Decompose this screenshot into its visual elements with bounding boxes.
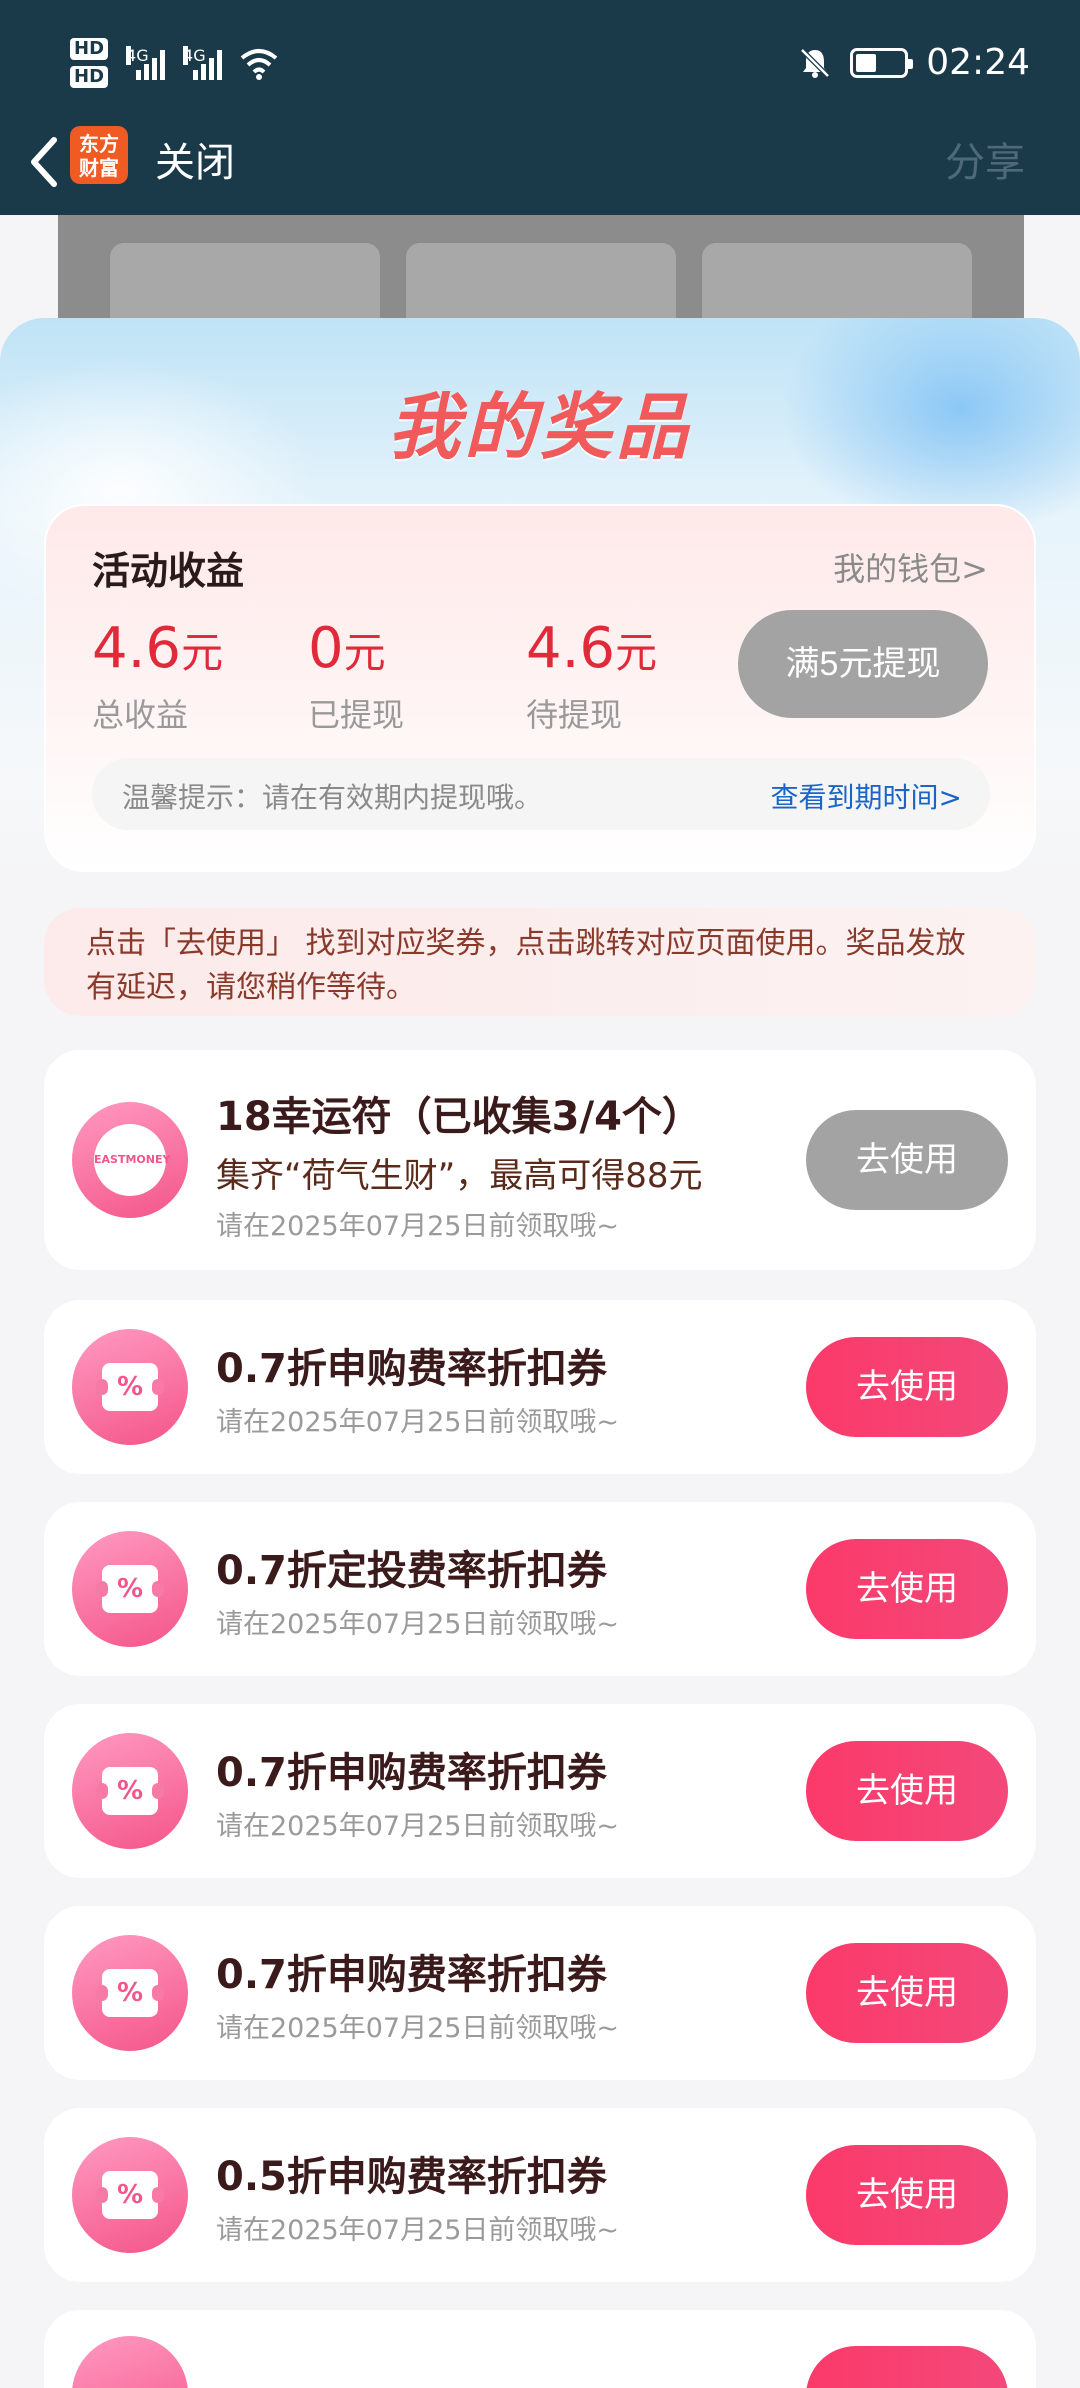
chevron-left-icon[interactable] — [20, 130, 70, 190]
earnings-heading: 活动收益 — [92, 549, 245, 593]
coupon-date: 请在2025年07月25日前领取哦~ — [216, 2013, 620, 2044]
use-button[interactable]: 去使用 — [806, 1539, 1008, 1639]
coupon-card: % 0.5折申购费率折扣券 请在2025年07月25日前领取哦~ 去使用 — [44, 2108, 1036, 2282]
coupon-date: 请在2025年07月25日前领取哦~ — [216, 2215, 620, 2246]
coupon-title: 0.7折申购费率折扣券 — [216, 1750, 607, 1796]
pending-value: 4.6 — [526, 616, 616, 681]
use-button[interactable]: 去使用 — [806, 1741, 1008, 1841]
coupon-date: 请在2025年07月25日前领取哦~ — [216, 1211, 620, 1242]
hd-indicators: HD HD — [70, 38, 109, 88]
app-header: HD HD 4G 4G 02:24 东方 财富 关闭 分享 — [0, 0, 1080, 215]
network-type-1: 4G — [126, 46, 149, 65]
status-time: 02:24 — [926, 42, 1030, 83]
use-button-partial[interactable] — [806, 2346, 1008, 2388]
ticket-percent-icon: % — [72, 2137, 188, 2253]
sheet-title: 我的奖品 — [387, 385, 692, 469]
coupon-card: % 0.7折定投费率折扣券 请在2025年07月25日前领取哦~ 去使用 — [44, 1502, 1036, 1676]
ticket-percent-icon: % — [72, 1935, 188, 2051]
coupon-title: 18幸运符（已收集3/4个） — [216, 1094, 702, 1140]
coupon-card: % 0.7折申购费率折扣券 请在2025年07月25日前领取哦~ 去使用 — [44, 1906, 1036, 2080]
total-value: 4.6 — [92, 616, 182, 681]
coupon-icon-glyph: % — [96, 2171, 164, 2219]
ticket-percent-icon: % — [72, 1329, 188, 1445]
wallet-link[interactable]: 我的钱包> — [833, 544, 988, 590]
coupon-icon-glyph: % — [96, 1767, 164, 1815]
ticket-percent-icon: % — [72, 1531, 188, 1647]
eastmoney-badge: EASTMONEY — [94, 1124, 170, 1196]
close-button[interactable]: 关闭 — [155, 130, 235, 188]
coupon-card: % 0.7折申购费率折扣券 请在2025年07月25日前领取哦~ 去使用 — [44, 1300, 1036, 1474]
pending-label: 待提现 — [526, 696, 623, 734]
logo-line-1: 东方 — [79, 132, 119, 156]
ticket-percent-icon — [72, 2336, 188, 2388]
lucky-charm-icon: EASTMONEY — [72, 1102, 188, 1218]
background-banner — [58, 215, 1024, 353]
coupon-icon-glyph: % — [96, 1565, 164, 1613]
coupon-title: 0.5折申购费率折扣券 — [216, 2154, 607, 2200]
coupon-card: % 0.7折申购费率折扣券 请在2025年07月25日前领取哦~ 去使用 — [44, 1704, 1036, 1878]
total-earnings: 4.6元 总收益 — [92, 616, 223, 736]
coupon-icon-glyph: % — [96, 1969, 164, 2017]
total-label: 总收益 — [92, 696, 189, 734]
view-expiry-link[interactable]: 查看到期时间> — [771, 776, 962, 816]
signal-icon: 4G — [126, 46, 166, 80]
battery-icon — [850, 47, 914, 78]
expiry-tip: 温馨提示：请在有效期内提现哦。 查看到期时间> — [92, 758, 990, 830]
nav-bar: 东方 财富 关闭 分享 — [0, 120, 1080, 210]
logo-line-2: 财富 — [79, 156, 119, 180]
earnings-card: 活动收益 我的钱包> 4.6元 总收益 0元 已提现 4.6元 待提现 满5元提… — [44, 504, 1036, 872]
usage-notice: 点击「去使用」 找到对应奖券，点击跳转对应页面使用。奖品发放有延迟，请您稍作等待… — [44, 908, 1036, 1016]
pending-earnings: 4.6元 待提现 — [526, 616, 657, 736]
bell-off-icon — [800, 47, 831, 78]
status-bar: HD HD 4G 4G 02:24 — [0, 0, 1080, 130]
share-button[interactable]: 分享 — [945, 130, 1025, 188]
use-button[interactable]: 去使用 — [806, 1110, 1008, 1210]
app-logo: 东方 财富 — [70, 126, 128, 184]
tip-text: 温馨提示：请在有效期内提现哦。 — [122, 781, 543, 814]
coupon-date: 请在2025年07月25日前领取哦~ — [216, 1811, 620, 1842]
withdrawn-label: 已提现 — [308, 696, 405, 734]
withdrawn-earnings: 0元 已提现 — [308, 616, 404, 736]
use-button[interactable]: 去使用 — [806, 1943, 1008, 2043]
total-unit: 元 — [181, 628, 224, 677]
coupon-subtitle: 集齐“荷气生财”，最高可得88元 — [216, 1156, 703, 1196]
prizes-sheet: 我的奖品 活动收益 我的钱包> 4.6元 总收益 0元 已提现 4.6元 待提现… — [0, 318, 1080, 2388]
withdrawn-unit: 元 — [343, 628, 386, 677]
wifi-icon — [240, 49, 278, 80]
coupon-title: 0.7折申购费率折扣券 — [216, 1346, 607, 1392]
coupon-card-lucky-charm: EASTMONEY 18幸运符（已收集3/4个） 集齐“荷气生财”，最高可得88… — [44, 1050, 1036, 1270]
signal-icon: 4G — [183, 46, 223, 80]
coupon-title: 0.7折申购费率折扣券 — [216, 1952, 607, 1998]
network-type-2: 4G — [183, 46, 206, 65]
ticket-percent-icon: % — [72, 1733, 188, 1849]
withdraw-button[interactable]: 满5元提现 — [738, 610, 988, 718]
status-left: HD HD 4G 4G — [70, 38, 278, 88]
hd-badge-2: HD — [70, 66, 109, 88]
withdrawn-value: 0 — [308, 616, 344, 681]
coupon-card-partial — [44, 2310, 1036, 2388]
pending-unit: 元 — [615, 628, 658, 677]
status-right: 02:24 — [798, 42, 1030, 83]
coupon-icon-glyph: % — [96, 1363, 164, 1411]
coupon-date: 请在2025年07月25日前领取哦~ — [216, 1407, 620, 1438]
coupon-date: 请在2025年07月25日前领取哦~ — [216, 1609, 620, 1640]
use-button[interactable]: 去使用 — [806, 2145, 1008, 2245]
hd-badge-1: HD — [70, 38, 109, 60]
use-button[interactable]: 去使用 — [806, 1337, 1008, 1437]
coupon-title: 0.7折定投费率折扣券 — [216, 1548, 607, 1594]
